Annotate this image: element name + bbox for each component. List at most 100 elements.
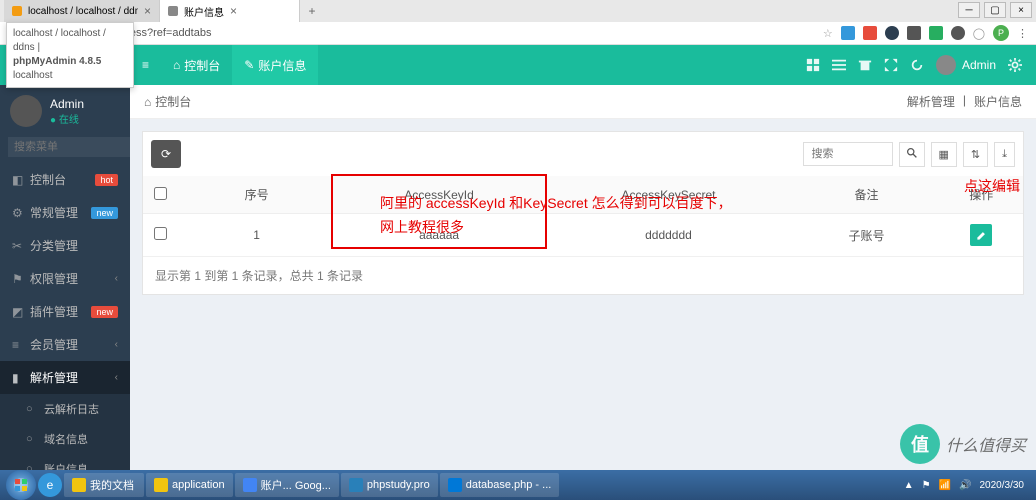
sidebar-item-4[interactable]: ◩插件管理new — [0, 295, 130, 328]
sidebar-badge: new — [91, 207, 118, 219]
row-checkbox[interactable] — [154, 227, 167, 240]
extension-icons: ☆ ◯ P ⋮ — [823, 25, 1028, 41]
close-icon[interactable]: × — [230, 4, 237, 18]
ext-icon-2[interactable] — [863, 26, 877, 40]
star-icon[interactable]: ☆ — [823, 27, 833, 40]
taskbar-app-4[interactable]: database.php - ... — [440, 473, 560, 497]
ext-icon-6[interactable] — [951, 26, 965, 40]
watermark: 值 什么值得买 — [900, 424, 1026, 464]
sidebar-label: 权限管理 — [30, 270, 78, 287]
tray-flag-icon[interactable]: ⚑ — [922, 480, 931, 491]
app-label: application — [172, 479, 225, 491]
col-accesskeysecret[interactable]: AccessKeySecret — [543, 176, 793, 214]
columns-button[interactable]: ▦ — [931, 142, 957, 167]
gear-icon[interactable] — [1008, 58, 1022, 72]
trash-icon[interactable] — [858, 58, 872, 72]
system-tray: ▲ ⚑ 📶 🔊 2020/3/30 — [904, 480, 1030, 491]
sidebar-icon: ≡ — [12, 338, 24, 352]
sidebar-subitem-0[interactable]: ○云解析日志 — [14, 394, 130, 424]
ext-icon-4[interactable] — [907, 26, 921, 40]
refresh-button[interactable]: ⟳ — [151, 140, 181, 168]
select-all-checkbox[interactable] — [154, 187, 167, 200]
sidebar-item-6[interactable]: ▮解析管理‹ — [0, 361, 130, 394]
sidebar-label: 常规管理 — [30, 204, 78, 221]
app-header: ≡ ⌂ 控制台 ✎ 账户信息 Admin — [0, 45, 1036, 85]
ext-icon-5[interactable] — [929, 26, 943, 40]
clock[interactable]: 2020/3/30 — [980, 480, 1025, 491]
new-tab-button[interactable]: + — [300, 0, 324, 22]
cell-remark: 子账号 — [794, 214, 940, 257]
admin-label: Admin — [962, 58, 996, 72]
taskbar-app-3[interactable]: phpstudy.pro — [341, 473, 438, 497]
home-icon: ⌂ — [144, 95, 151, 109]
close-icon[interactable]: × — [144, 4, 151, 18]
crumb-link-1[interactable]: 解析管理 — [907, 93, 955, 110]
header-tab-label-1: 账户信息 — [258, 57, 306, 74]
search-input[interactable] — [8, 137, 130, 157]
crumb-label[interactable]: 控制台 — [155, 93, 191, 110]
sidebar-label: 分类管理 — [30, 237, 78, 254]
sidebar-item-2[interactable]: ✂分类管理 — [0, 229, 130, 262]
tray-network-icon[interactable]: 📶 — [939, 480, 951, 491]
tray-volume-icon[interactable]: 🔊 — [959, 480, 971, 491]
sidebar-item-5[interactable]: ≡会员管理‹ — [0, 328, 130, 361]
search-go-button[interactable] — [899, 142, 925, 167]
taskbar: e 我的文档 application 账户... Goog...phpstudy.p… — [0, 470, 1036, 500]
circle-icon[interactable]: ◯ — [973, 27, 985, 40]
taskbar-app-0[interactable]: 我的文档 — [64, 473, 144, 497]
windows-icon — [13, 477, 29, 493]
col-op[interactable]: 操作 — [940, 176, 1023, 214]
main-content: ⌂ 控制台 解析管理 | 账户信息 ⟳ ▦ ⇅ ⤓ — [130, 85, 1036, 471]
clock-date: 2020/3/30 — [980, 480, 1025, 491]
ext-icon-3[interactable] — [885, 26, 899, 40]
menu-icon[interactable]: ⋮ — [1017, 27, 1028, 40]
tray-up-icon[interactable]: ▲ — [904, 480, 914, 491]
header-toggle[interactable]: ≡ — [130, 45, 161, 85]
profile-avatar[interactable]: P — [993, 25, 1009, 41]
taskbar-app-1[interactable]: application — [146, 473, 233, 497]
admin-menu[interactable]: Admin — [936, 55, 996, 75]
sidebar-item-3[interactable]: ⚑权限管理‹ — [0, 262, 130, 295]
sidebar-subitem-1[interactable]: ○域名信息 — [14, 424, 130, 454]
sort-button[interactable]: ⇅ — [963, 142, 988, 167]
header-tab-dashboard[interactable]: ⌂ 控制台 — [161, 45, 232, 85]
tab-tooltip: localhost / localhost / ddns | phpMyAdmi… — [6, 22, 134, 88]
header-tab-account[interactable]: ✎ 账户信息 — [232, 45, 318, 85]
data-table: 序号 AccessKeyId AccessKeySecret 备注 操作 1aa… — [143, 176, 1023, 257]
sidebar-user[interactable]: Admin ● 在线 — [0, 85, 130, 137]
ext-icon-1[interactable] — [841, 26, 855, 40]
cell-secret: ddddddd — [543, 214, 793, 257]
minimize-button[interactable]: ─ — [958, 2, 980, 18]
browser-chrome: localhost / localhost / ddns | p × 账户信息 … — [0, 0, 1036, 45]
favicon-1 — [168, 6, 178, 16]
sidebar-item-0[interactable]: ◧控制台hot — [0, 163, 130, 196]
app-icon — [349, 478, 363, 492]
col-id[interactable]: 序号 — [178, 176, 334, 214]
sidebar-label: 控制台 — [30, 171, 66, 188]
table-search-input[interactable] — [803, 142, 893, 166]
maximize-button[interactable]: ▢ — [984, 2, 1006, 18]
app-icon — [448, 478, 462, 492]
crumb-link-2[interactable]: 账户信息 — [974, 93, 1022, 110]
close-window-button[interactable]: × — [1010, 2, 1032, 18]
browser-tab-1[interactable]: 账户信息 × — [160, 0, 300, 22]
export-button[interactable]: ⤓ — [994, 142, 1015, 167]
sidebar-subitem-2[interactable]: ○账户信息 — [14, 454, 130, 471]
sidebar-item-1[interactable]: ⚙常规管理new — [0, 196, 130, 229]
list-icon[interactable] — [832, 58, 846, 72]
col-accesskeyid[interactable]: AccessKeyId — [335, 176, 544, 214]
edit-button[interactable] — [970, 224, 992, 246]
start-button[interactable] — [6, 470, 36, 500]
taskbar-app-2[interactable]: 账户... Goog... — [235, 473, 339, 497]
favicon-0 — [12, 6, 22, 16]
col-remark[interactable]: 备注 — [794, 176, 940, 214]
header-right: Admin — [806, 55, 1036, 75]
ie-button[interactable]: e — [38, 473, 62, 497]
browser-tab-0[interactable]: localhost / localhost / ddns | p × — [4, 0, 160, 22]
sidebar-label: 解析管理 — [30, 369, 78, 386]
expand-icon[interactable] — [884, 58, 898, 72]
header-tab-label-0: 控制台 — [184, 57, 220, 74]
sidebar-icon: ◩ — [12, 305, 24, 319]
grid-icon[interactable] — [806, 58, 820, 72]
refresh-icon[interactable] — [910, 58, 924, 72]
